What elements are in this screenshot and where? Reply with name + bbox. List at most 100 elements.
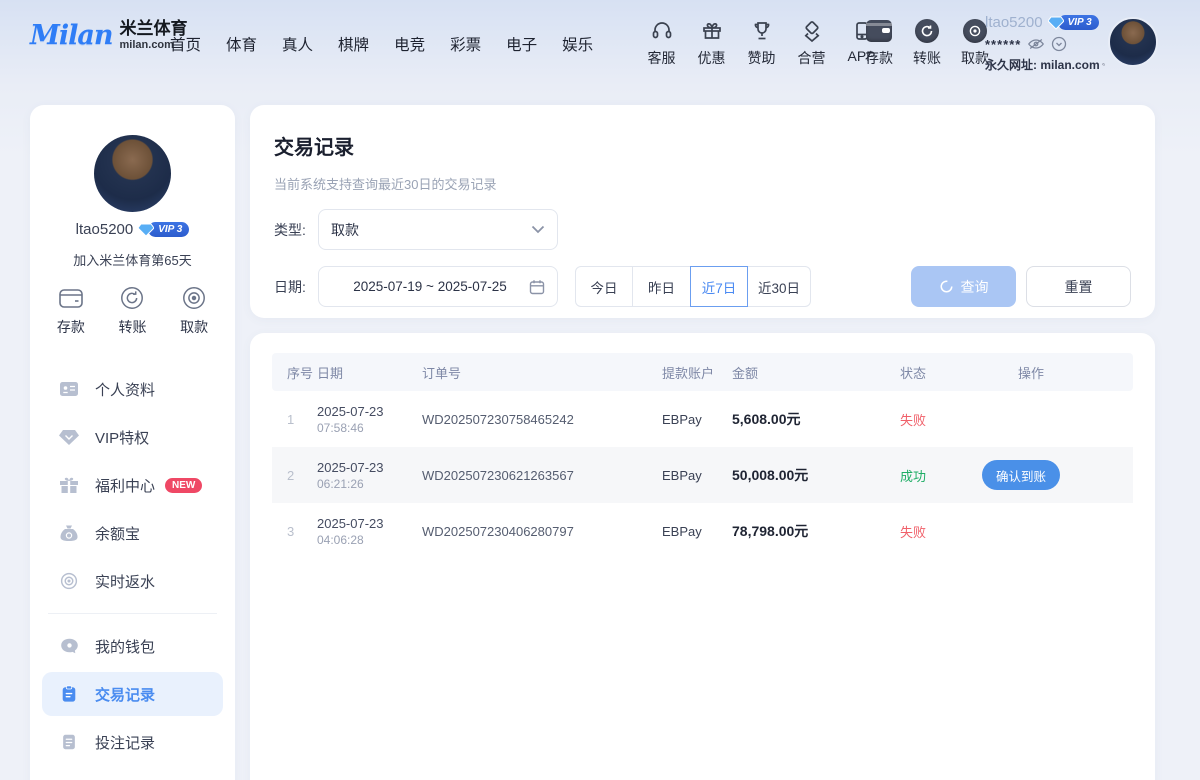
withdraw-icon xyxy=(963,18,987,44)
sidebar-item-vip[interactable]: VIP特权 xyxy=(42,415,223,459)
row-date: 2025-07-23 xyxy=(317,516,422,531)
profile-vip-badge: VIP 3 xyxy=(138,222,189,237)
transfer-icon xyxy=(915,18,939,44)
row-account: EBPay xyxy=(662,468,732,483)
table-row: 2 2025-07-2306:21:26 WD20250723062126356… xyxy=(272,447,1133,503)
row-time: 04:06:28 xyxy=(317,533,422,547)
vip-diamond-icon xyxy=(1048,16,1064,30)
quick-date-30days[interactable]: 近30日 xyxy=(748,266,811,307)
id-card-icon xyxy=(59,380,79,398)
nav-entertainment[interactable]: 娱乐 xyxy=(562,33,593,55)
date-range-input[interactable]: 2025-07-19 ~ 2025-07-25 xyxy=(318,266,558,307)
transaction-filter-card: 交易记录 当前系统支持查询最近30日的交易记录 类型: 取款 日期: 2025-… xyxy=(250,105,1155,318)
row-status: 失败 xyxy=(900,410,1018,429)
gift-box-icon xyxy=(59,476,79,494)
header-action-icons: 客服 优惠 赞助 合营 APP xyxy=(645,18,878,68)
nav-home[interactable]: 首页 xyxy=(170,33,201,55)
profile-avatar[interactable] xyxy=(94,135,171,212)
sidebar-withdraw-button[interactable]: 取款 xyxy=(180,277,208,337)
bet-record-icon xyxy=(59,733,79,751)
vip-diamond-icon xyxy=(138,223,154,237)
profile-username: ltao5200 xyxy=(76,221,134,238)
withdraw-outline-icon xyxy=(180,285,208,311)
promotions-button[interactable]: 优惠 xyxy=(695,18,728,68)
row-account: EBPay xyxy=(662,524,732,539)
user-avatar[interactable] xyxy=(1108,17,1158,67)
table-row: 3 2025-07-2304:06:28 WD20250723040628079… xyxy=(272,503,1133,559)
sidebar-item-transactions[interactable]: 交易记录 xyxy=(42,672,223,716)
masked-balance: ****** xyxy=(985,37,1021,52)
brand-logo[interactable]: Milan 米兰体育 milan.com xyxy=(30,20,188,51)
chevron-down-icon xyxy=(531,225,545,234)
eye-off-icon[interactable] xyxy=(1027,37,1045,51)
nav-slots[interactable]: 电子 xyxy=(506,33,537,55)
user-account-box: ltao5200 VIP 3 ****** 永久网址: milan.com xyxy=(985,14,1105,73)
table-header: 序号 日期 订单号 提款账户 金额 状态 操作 xyxy=(272,353,1133,391)
sidebar-item-welfare[interactable]: 福利中心 NEW xyxy=(42,463,223,507)
sidebar-item-wallet[interactable]: 我的钱包 xyxy=(42,624,223,668)
page-title: 交易记录 xyxy=(274,131,1131,160)
type-filter-label: 类型: xyxy=(274,220,318,240)
row-amount: 78,798.00元 xyxy=(732,521,900,541)
row-status: 失败 xyxy=(900,522,1018,541)
sidebar-menu: 个人资料 VIP特权 福利中心 NEW 余额宝 实时返水 我的钱包 交易记录 xyxy=(30,363,235,768)
row-amount: 5,608.00元 xyxy=(732,409,900,429)
money-bag-icon xyxy=(59,524,79,542)
permanent-url[interactable]: 永久网址: milan.com xyxy=(985,56,1105,73)
query-button[interactable]: 查询 xyxy=(911,266,1016,307)
transaction-table-card: 序号 日期 订单号 提款账户 金额 状态 操作 1 2025-07-2307:5… xyxy=(250,333,1155,780)
nav-live[interactable]: 真人 xyxy=(282,33,313,55)
row-time: 06:21:26 xyxy=(317,477,422,491)
calendar-icon xyxy=(529,279,545,295)
deposit-wallet-icon xyxy=(866,18,892,44)
sponsor-button[interactable]: 赞助 xyxy=(745,18,778,68)
sidebar-item-profile[interactable]: 个人资料 xyxy=(42,367,223,411)
nav-lottery[interactable]: 彩票 xyxy=(450,33,481,55)
headset-icon xyxy=(650,18,674,44)
quick-date-yesterday[interactable]: 昨日 xyxy=(633,266,691,307)
balance-expand-icon[interactable] xyxy=(1051,36,1067,52)
quick-date-today[interactable]: 今日 xyxy=(575,266,633,307)
logo-script-text: Milan xyxy=(30,20,113,51)
row-time: 07:58:46 xyxy=(317,421,422,435)
top-header: Milan 米兰体育 milan.com 首页 体育 真人 棋牌 电竞 彩票 电… xyxy=(0,0,1200,90)
row-date: 2025-07-23 xyxy=(317,460,422,475)
date-filter-label: 日期: xyxy=(274,277,318,297)
sidebar-item-rebate[interactable]: 实时返水 xyxy=(42,559,223,603)
row-date: 2025-07-23 xyxy=(317,404,422,419)
customer-service-button[interactable]: 客服 xyxy=(645,18,678,68)
profile-sidebar: ltao5200 VIP 3 加入米兰体育第65天 存款 转账 取款 个人资料 … xyxy=(30,105,235,780)
nav-esports[interactable]: 电竞 xyxy=(394,33,425,55)
quick-date-group: 今日 昨日 近7日 近30日 xyxy=(575,266,811,307)
transaction-record-icon xyxy=(59,685,79,703)
reset-button[interactable]: 重置 xyxy=(1026,266,1131,307)
join-days-text: 加入米兰体育第65天 xyxy=(30,250,235,269)
realtime-rebate-icon xyxy=(59,572,79,590)
nav-sports[interactable]: 体育 xyxy=(226,33,257,55)
deposit-button[interactable]: 存款 xyxy=(862,18,896,68)
vip-badge: VIP 3 xyxy=(1048,15,1099,30)
nav-cards[interactable]: 棋牌 xyxy=(338,33,369,55)
sidebar-item-bets[interactable]: 投注记录 xyxy=(42,720,223,764)
row-order-number: WD202507230621263567 xyxy=(422,468,662,483)
sidebar-item-yuebao[interactable]: 余额宝 xyxy=(42,511,223,555)
quick-date-7days[interactable]: 近7日 xyxy=(690,266,748,307)
table-row: 1 2025-07-2307:58:46 WD20250723075846524… xyxy=(272,391,1133,447)
gift-icon xyxy=(700,18,724,44)
search-icon xyxy=(1102,57,1105,72)
transfer-button[interactable]: 转账 xyxy=(910,18,944,68)
username[interactable]: ltao5200 xyxy=(985,14,1043,31)
sidebar-deposit-button[interactable]: 存款 xyxy=(57,277,85,337)
main-nav: 首页 体育 真人 棋牌 电竞 彩票 电子 娱乐 xyxy=(170,33,593,55)
partnership-icon xyxy=(800,18,824,44)
row-account: EBPay xyxy=(662,412,732,427)
sidebar-quick-actions: 存款 转账 取款 xyxy=(30,277,235,337)
affiliate-button[interactable]: 合营 xyxy=(795,18,828,68)
sidebar-transfer-button[interactable]: 转账 xyxy=(118,277,146,337)
new-badge: NEW xyxy=(165,478,202,493)
type-select[interactable]: 取款 xyxy=(318,209,558,250)
confirm-receipt-button[interactable]: 确认到账 xyxy=(982,460,1060,490)
loading-spinner-icon xyxy=(939,279,954,294)
row-order-number: WD202507230758465242 xyxy=(422,412,662,427)
row-order-number: WD202507230406280797 xyxy=(422,524,662,539)
